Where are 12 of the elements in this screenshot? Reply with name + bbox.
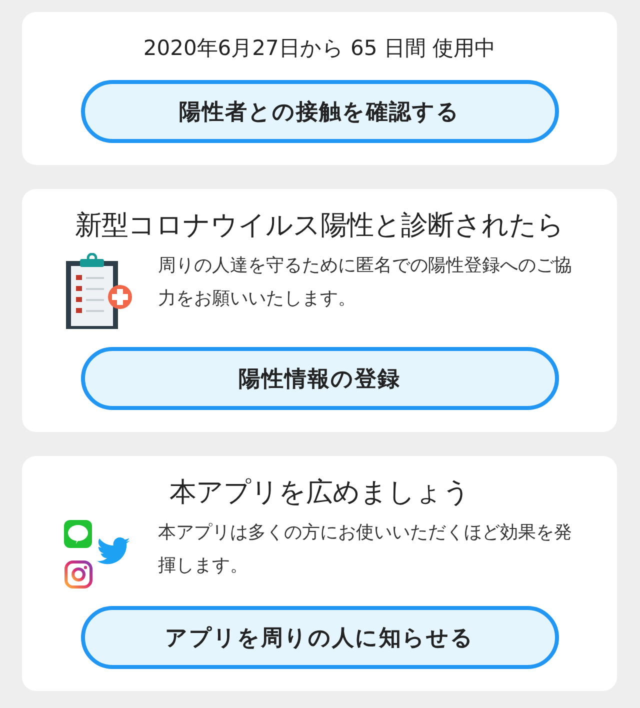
camera-app-icon — [64, 560, 93, 589]
clipboard-icon — [64, 253, 132, 331]
card-description: 本アプリは多くの方にお使いいただくほど効果を発揮します。 — [158, 521, 573, 578]
card-title: 本アプリを広めましょう — [168, 476, 471, 510]
bird-icon — [97, 537, 130, 565]
action-button[interactable]: 陽性者との接触を確認する — [80, 80, 558, 143]
card-description: 周りの人達を守るために匿名での陽性登録へのご協力をお願いいたします。 — [158, 254, 573, 311]
action-button[interactable]: アプリを周りの人に知らせる — [80, 606, 558, 669]
chat-app-icon — [64, 520, 92, 548]
usage-period-text: 2020年6月27日から 65 日間 使用中 — [142, 35, 497, 62]
card-title: 新型コロナウイルス陽性と診断されたら — [74, 209, 565, 243]
action-button[interactable]: 陽性情報の登録 — [80, 347, 558, 410]
